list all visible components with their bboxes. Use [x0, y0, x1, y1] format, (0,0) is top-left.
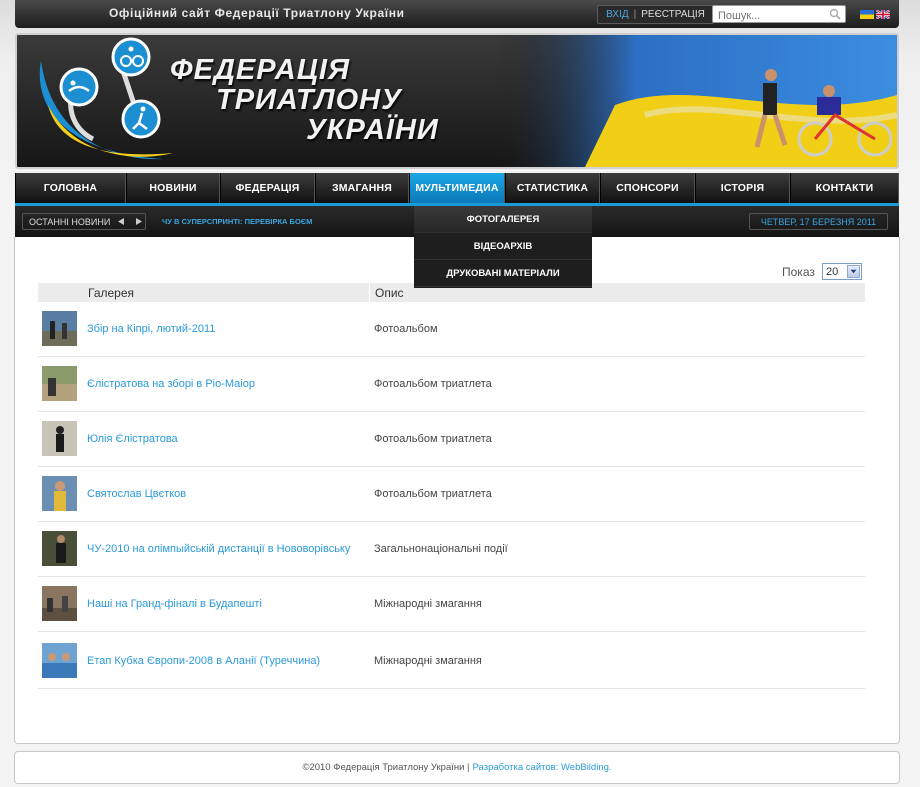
- gallery-description: Фотоальбом триатлета: [374, 433, 492, 445]
- gallery-thumbnail[interactable]: [42, 476, 77, 511]
- gallery-thumbnail[interactable]: [42, 366, 77, 401]
- column-divider: [369, 283, 370, 302]
- triathletes-photo: [495, 35, 897, 167]
- dropdown-item-printed-materials[interactable]: ДРУКОВАНІ МАТЕРІАЛИ: [414, 260, 592, 287]
- current-date: ЧЕТВЕР, 17 БЕРЕЗНЯ 2011: [749, 213, 888, 230]
- table-row: Юлія Єлістратова Фотоальбом триатлета: [38, 412, 865, 467]
- latest-news-label: ОСТАННІ НОВИНИ: [29, 216, 111, 227]
- page-size-select[interactable]: 20: [822, 263, 862, 280]
- news-ticker-link[interactable]: ЧУ В СУПЕРСПРИНТІ: ПЕРЕВІРКА БОЄМ: [162, 217, 312, 226]
- table-row: Єлістратова на зборі в Ріо-Маіор Фотоаль…: [38, 357, 865, 412]
- page-size-label: Показ: [782, 265, 815, 279]
- col-description-header: Опис: [375, 286, 404, 300]
- prev-arrow-icon[interactable]: [116, 217, 127, 226]
- table-row: Наші на Гранд-фіналі в Будапешті Міжнаро…: [38, 577, 865, 632]
- search-input[interactable]: [713, 8, 823, 24]
- gallery-title-link[interactable]: Єлістратова на зборі в Ріо-Маіор: [87, 378, 255, 390]
- gallery-title-link[interactable]: Етап Кубка Європи-2008 в Аланії (Туреччи…: [87, 655, 320, 667]
- latest-news-box: ОСТАННІ НОВИНИ: [22, 213, 146, 230]
- footer: ©2010 Федерація Триатлону України | Разр…: [14, 751, 900, 784]
- gallery-thumbnail[interactable]: [42, 586, 77, 621]
- nav-item-contacts[interactable]: КОНТАКТИ: [790, 173, 899, 203]
- gallery-thumbnail[interactable]: [42, 311, 77, 346]
- banner-title-line1: ФЕДЕРАЦІЯ: [170, 54, 351, 86]
- header-banner: ФЕДЕРАЦІЯ ТРИАТЛОНУ УКРАЇНИ: [15, 33, 899, 169]
- ukraine-flag-icon[interactable]: [860, 10, 874, 19]
- nav-item-sponsors[interactable]: СПОНСОРИ: [600, 173, 695, 203]
- auth-separator: |: [633, 9, 637, 20]
- gallery-title-link[interactable]: Святослав Цвєтков: [87, 488, 186, 500]
- table-row: ЧУ-2010 на олімпыйській дистанції в Ново…: [38, 522, 865, 577]
- uk-flag-icon[interactable]: [876, 10, 890, 19]
- site-title: Офіційний сайт Федерації Триатлону Украї…: [109, 6, 405, 20]
- gallery-thumbnail[interactable]: [42, 421, 77, 456]
- login-link[interactable]: ВХІД: [606, 9, 628, 20]
- gallery-description: Фотоальбом: [374, 323, 438, 335]
- footer-copyright: ©2010 Федерація Триатлону України |: [302, 762, 470, 773]
- footer-developer-link[interactable]: Разработка сайтов: WebBilding.: [473, 762, 612, 773]
- gallery-description: Фотоальбом триатлета: [374, 488, 492, 500]
- dropdown-item-photo-gallery[interactable]: ФОТОГАЛЕРЕЯ: [414, 206, 592, 233]
- multimedia-dropdown: ФОТОГАЛЕРЕЯ ВІДЕОАРХІВ ДРУКОВАНІ МАТЕРІА…: [414, 206, 592, 288]
- banner-title-line2: ТРИАТЛОНУ: [216, 84, 402, 116]
- page-size-value: 20: [826, 265, 839, 278]
- main-nav: ГОЛОВНА НОВИНИ ФЕДЕРАЦІЯ ЗМАГАННЯ МУЛЬТИ…: [15, 173, 899, 206]
- search-box: [712, 5, 846, 24]
- federation-logo-icon[interactable]: [23, 35, 193, 167]
- gallery-title-link[interactable]: Збір на Кіпрі, лютий-2011: [87, 323, 215, 335]
- gallery-description: Фотоальбом триатлета: [374, 378, 492, 390]
- banner-title-line3: УКРАЇНИ: [306, 114, 439, 146]
- nav-item-competitions[interactable]: ЗМАГАННЯ: [315, 173, 409, 203]
- table-row: Святослав Цвєтков Фотоальбом триатлета: [38, 467, 865, 522]
- auth-box: ВХІД | РЕЄСТРАЦІЯ: [597, 5, 714, 24]
- col-gallery-header: Галерея: [88, 286, 135, 300]
- gallery-description: Загальнонаціональні події: [374, 543, 508, 555]
- nav-item-news[interactable]: НОВИНИ: [126, 173, 220, 203]
- nav-item-multimedia[interactable]: МУЛЬТИМЕДИА: [409, 173, 505, 203]
- gallery-title-link[interactable]: Наші на Гранд-фіналі в Будапешті: [87, 598, 262, 610]
- gallery-thumbnail[interactable]: [42, 643, 77, 678]
- table-row: Етап Кубка Європи-2008 в Аланії (Туреччи…: [38, 632, 865, 689]
- dropdown-item-video-archive[interactable]: ВІДЕОАРХІВ: [414, 233, 592, 260]
- search-icon[interactable]: [829, 8, 841, 20]
- chevron-down-icon[interactable]: [847, 265, 860, 278]
- next-arrow-icon[interactable]: [133, 217, 144, 226]
- gallery-title-link[interactable]: ЧУ-2010 на олімпыйській дистанції в Ново…: [87, 543, 350, 555]
- gallery-title-link[interactable]: Юлія Єлістратова: [87, 433, 178, 445]
- top-bar: Офіційний сайт Федерації Триатлону Украї…: [15, 0, 899, 28]
- nav-item-history[interactable]: ІСТОРІЯ: [695, 173, 790, 203]
- nav-item-statistics[interactable]: СТАТИСТИКА: [505, 173, 600, 203]
- gallery-description: Міжнародні змагання: [374, 655, 482, 667]
- gallery-thumbnail[interactable]: [42, 531, 77, 566]
- nav-item-home[interactable]: ГОЛОВНА: [15, 173, 126, 203]
- table-row: Збір на Кіпрі, лютий-2011 Фотоальбом: [38, 302, 865, 357]
- register-link[interactable]: РЕЄСТРАЦІЯ: [641, 9, 705, 20]
- gallery-description: Міжнародні змагання: [374, 598, 482, 610]
- content-panel: Показ 20 Галерея Опис Збір на Кіпрі, лют…: [14, 237, 900, 744]
- nav-item-federation[interactable]: ФЕДЕРАЦІЯ: [220, 173, 315, 203]
